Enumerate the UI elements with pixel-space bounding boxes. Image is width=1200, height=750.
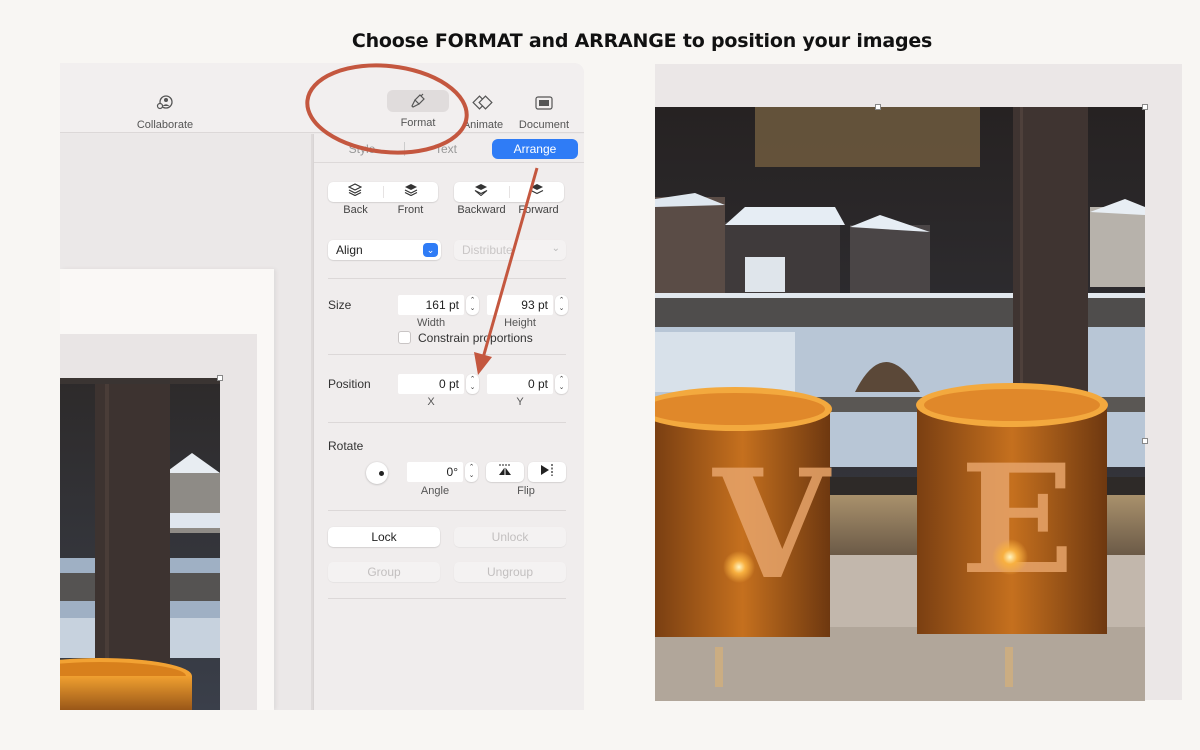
divider <box>328 354 566 355</box>
x-label: X <box>427 396 435 408</box>
back-label: Back <box>343 204 368 216</box>
flip-horizontal-button[interactable] <box>528 462 566 482</box>
lock-button[interactable]: Lock <box>328 527 440 547</box>
position-label: Position <box>328 377 371 391</box>
rotate-knob-indicator <box>379 471 384 476</box>
bring-to-front-icon <box>404 183 418 201</box>
flip-horizontal-icon <box>539 463 555 482</box>
flip-vertical-icon <box>497 463 513 482</box>
resize-handle[interactable] <box>1142 104 1148 110</box>
animate-label: Animate <box>462 119 504 131</box>
flip-label: Flip <box>517 485 535 497</box>
backward-label: Backward <box>457 204 506 216</box>
paintbrush-icon <box>387 90 449 112</box>
format-button[interactable]: Format <box>387 90 449 129</box>
angle-stepper[interactable]: ⌃ ⌄ <box>465 462 478 482</box>
chevron-down-icon: ⌄ <box>423 243 438 257</box>
distribute-label: Distribute <box>462 243 513 257</box>
height-label: Height <box>504 317 536 329</box>
animate-diamond-icon <box>472 93 494 113</box>
flip-vertical-button[interactable] <box>486 462 524 482</box>
collaborate-button[interactable]: Collaborate <box>125 93 205 131</box>
selected-image-thumbnail[interactable] <box>60 378 220 710</box>
align-dropdown[interactable]: Align ⌄ <box>328 240 441 260</box>
x-stepper[interactable]: ⌃ ⌄ <box>466 374 479 394</box>
forward-button[interactable] <box>510 182 565 202</box>
document-button[interactable]: Document <box>510 93 578 131</box>
tab-text[interactable]: Text <box>406 139 486 159</box>
front-label: Front <box>397 204 424 216</box>
unlock-button[interactable]: Unlock <box>454 527 566 547</box>
collaborate-icon <box>156 93 174 113</box>
backward-forward-control <box>454 182 564 202</box>
tab-arrange[interactable]: Arrange <box>492 139 578 159</box>
tab-divider <box>404 142 405 156</box>
divider <box>328 510 566 511</box>
rotate-knob[interactable] <box>366 462 388 484</box>
y-stepper[interactable]: ⌃ ⌄ <box>555 374 568 394</box>
divider <box>328 598 566 599</box>
ungroup-button[interactable]: Ungroup <box>454 562 566 582</box>
back-front-control <box>328 182 438 202</box>
format-label: Format <box>400 117 436 129</box>
forward-label: Forward <box>518 204 559 216</box>
height-field[interactable]: 93 pt <box>487 295 553 315</box>
width-stepper[interactable]: ⌃ ⌄ <box>466 295 479 315</box>
document-icon <box>535 93 553 113</box>
slide-canvas[interactable] <box>60 134 311 710</box>
lantern-letter-e: E <box>960 432 1074 608</box>
divider <box>314 162 584 163</box>
constrain-proportions-checkbox[interactable] <box>398 331 411 344</box>
front-button[interactable] <box>384 182 439 202</box>
y-field[interactable]: 0 pt <box>487 374 553 394</box>
animate-button[interactable]: Animate <box>452 93 514 131</box>
tab-style[interactable]: Style <box>322 139 402 159</box>
inspector-tabs: Style Text Arrange <box>314 134 584 160</box>
y-label: Y <box>516 396 524 408</box>
backward-button[interactable] <box>454 182 509 202</box>
send-to-back-icon <box>347 183 363 201</box>
resize-handle[interactable] <box>875 104 881 110</box>
distribute-dropdown[interactable]: Distribute ⌄ <box>454 240 566 260</box>
toolbar: Collaborate Format Animate Document <box>60 63 584 133</box>
height-stepper[interactable]: ⌃ ⌄ <box>555 295 568 315</box>
align-label: Align <box>336 243 363 257</box>
lantern-letter-v: V <box>712 437 832 613</box>
keynote-window: Collaborate Format Animate Document Styl… <box>60 63 584 710</box>
headline: Choose FORMAT and ARRANGE to position yo… <box>351 30 933 52</box>
candle-lantern-photo[interactable]: V E <box>655 107 1145 701</box>
back-button[interactable] <box>328 182 383 202</box>
angle-field[interactable]: 0° <box>407 462 463 482</box>
document-label: Document <box>518 119 570 131</box>
group-button[interactable]: Group <box>328 562 440 582</box>
divider <box>328 278 566 279</box>
size-label: Size <box>328 298 352 312</box>
angle-label: Angle <box>420 485 450 497</box>
chevron-down-icon: ⌄ <box>551 243 560 254</box>
x-field[interactable]: 0 pt <box>398 374 464 394</box>
resize-handle[interactable] <box>1142 438 1148 444</box>
send-backward-icon <box>474 183 488 201</box>
resize-handle[interactable] <box>217 375 223 381</box>
rotate-label: Rotate <box>328 439 364 453</box>
bring-forward-icon <box>530 183 544 201</box>
width-label: Width <box>416 317 446 329</box>
width-field[interactable]: 161 pt <box>398 295 464 315</box>
constrain-proportions-label: Constrain proportions <box>418 331 533 345</box>
collaborate-label: Collaborate <box>136 119 194 131</box>
arrange-inspector: Style Text Arrange Back Front Backward F… <box>313 134 584 710</box>
divider <box>328 422 566 423</box>
